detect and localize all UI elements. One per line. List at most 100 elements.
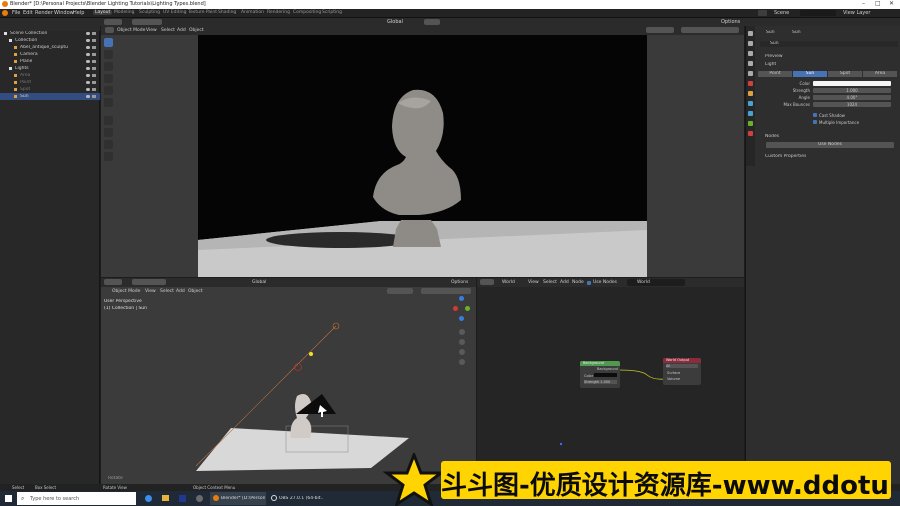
outliner-row[interactable]: Abel_antique_sculptu <box>0 44 100 51</box>
viewport-menu-select[interactable]: Select <box>161 28 175 33</box>
viewport-editor-type-button[interactable] <box>105 27 114 33</box>
perspective-toggle-icon[interactable] <box>459 359 465 365</box>
checkbox-1[interactable] <box>813 120 817 124</box>
section-custom-properties[interactable]: Custom Properties <box>765 154 806 159</box>
view-layer-tab-icon[interactable] <box>748 61 753 66</box>
transform-orientation-dropdown[interactable]: Global <box>387 19 403 25</box>
visibility-eye-icon[interactable] <box>86 67 90 70</box>
light-field-value[interactable] <box>813 81 891 86</box>
render-camera-icon[interactable] <box>92 39 96 42</box>
world-output-target[interactable]: All <box>666 364 698 368</box>
menu-help[interactable]: Help <box>73 10 84 16</box>
add-cube-icon[interactable] <box>104 140 113 149</box>
file-explorer-icon[interactable] <box>162 495 169 501</box>
light-name-field[interactable]: Sun <box>760 41 898 47</box>
render-camera-icon[interactable] <box>92 81 96 84</box>
photoshop-icon[interactable] <box>179 495 186 502</box>
visibility-eye-icon[interactable] <box>86 46 90 49</box>
options-dropdown[interactable]: Options <box>721 19 740 25</box>
render-camera-icon[interactable] <box>92 88 96 91</box>
render-tab-icon[interactable] <box>748 41 753 46</box>
edge-browser-icon[interactable] <box>145 495 152 502</box>
outliner-row[interactable]: Plane <box>0 58 100 65</box>
outliner-row[interactable]: Scene Collection <box>0 30 100 37</box>
viewport-menu-object[interactable]: Object <box>189 28 204 33</box>
light-type-area[interactable]: Area <box>863 71 897 77</box>
light-field-value[interactable]: 1.000 <box>813 88 891 93</box>
outliner-row[interactable]: Point <box>0 79 100 86</box>
workspace-tab-sculpting[interactable]: Sculpting <box>137 10 162 15</box>
view-layer-field[interactable]: View Layer <box>843 10 870 16</box>
maximize-icon[interactable]: □ <box>875 0 881 7</box>
light-data-tab-icon[interactable] <box>748 121 753 126</box>
windows-start-icon[interactable] <box>5 495 12 502</box>
outliner-row[interactable]: Spot <box>0 86 100 93</box>
light-field-value[interactable]: 4.00° <box>813 95 891 100</box>
transform-icon[interactable] <box>104 98 113 107</box>
viewport-menu-add[interactable]: Add <box>177 28 186 33</box>
properties-use-nodes-button[interactable]: Use Nodes <box>766 142 894 148</box>
object-mode-dropdown[interactable] <box>165 19 205 25</box>
annotate-icon[interactable] <box>104 116 113 125</box>
workspace-tab-texture-paint[interactable]: Texture Paint <box>186 10 219 15</box>
background-strength-field[interactable]: Strength 1.000 <box>584 380 617 384</box>
workspace-tab-compositing[interactable]: Compositing <box>291 10 323 15</box>
viewport-menu-view[interactable]: View <box>146 28 157 33</box>
background-node[interactable]: Background Background Color Strength 1.0… <box>580 361 620 388</box>
nav-axis-neg-z-icon[interactable] <box>459 316 464 321</box>
section-nodes[interactable]: Nodes <box>765 134 779 139</box>
visibility-eye-icon[interactable] <box>86 60 90 63</box>
rotate-icon[interactable] <box>104 74 113 83</box>
world-tab-icon[interactable] <box>748 81 753 86</box>
workspace-tab-layout[interactable]: Layout <box>93 10 113 15</box>
background-color-swatch[interactable] <box>594 373 617 377</box>
workspace-tab-modeling[interactable]: Modeling <box>112 10 136 15</box>
outliner-row[interactable]: Sun <box>0 93 100 100</box>
workspace-tab-rendering[interactable]: Rendering <box>265 10 292 15</box>
outliner-row[interactable]: Area <box>0 72 100 79</box>
overlay-buttons[interactable] <box>646 27 674 33</box>
shader-tab-icon[interactable] <box>748 131 753 136</box>
outliner-row[interactable]: Lights <box>0 65 100 72</box>
visibility-eye-icon[interactable] <box>86 32 90 35</box>
constraints-tab-icon[interactable] <box>748 111 753 116</box>
menu-edit[interactable]: Edit <box>23 10 33 16</box>
camera-view-icon[interactable] <box>459 349 465 355</box>
cursor-icon[interactable] <box>104 50 113 59</box>
close-icon[interactable]: ✕ <box>889 0 894 7</box>
nav-axis-z-icon[interactable] <box>459 296 464 301</box>
visibility-eye-icon[interactable] <box>86 74 90 77</box>
visibility-eye-icon[interactable] <box>86 39 90 42</box>
scene-search-field[interactable] <box>800 10 836 16</box>
section-preview[interactable]: Preview <box>765 54 783 59</box>
menu-file[interactable]: File <box>12 10 20 16</box>
checkbox-0[interactable] <box>813 113 817 117</box>
snap-toggle[interactable] <box>424 19 440 25</box>
minimize-icon[interactable]: – <box>862 0 865 7</box>
taskbar-obs-app[interactable]: OBS 27.0.1 (64-bit... <box>268 492 324 505</box>
visibility-eye-icon[interactable] <box>86 53 90 56</box>
render-camera-icon[interactable] <box>92 67 96 70</box>
physics-tab-icon[interactable] <box>748 101 753 106</box>
camera-viewport[interactable]: Object Mode View Select Add Object <box>101 26 744 277</box>
object-tab-icon[interactable] <box>748 91 753 96</box>
select-mode-buttons[interactable] <box>132 19 162 25</box>
render-camera-icon[interactable] <box>92 46 96 49</box>
render-camera-icon[interactable] <box>92 32 96 35</box>
light-type-point[interactable]: Point <box>758 71 792 77</box>
output-tab-icon[interactable] <box>748 51 753 56</box>
render-camera-icon[interactable] <box>92 53 96 56</box>
nav-axis-y-icon[interactable] <box>465 306 470 311</box>
steam-icon[interactable] <box>196 495 203 502</box>
scale-icon[interactable] <box>104 86 113 95</box>
last-operator-panel[interactable]: Rotate <box>108 476 123 481</box>
workspace-tab-scripting[interactable]: Scripting <box>320 10 344 15</box>
outliner-row[interactable]: Collection <box>0 37 100 44</box>
blender-menu-icon[interactable] <box>2 10 8 16</box>
render-camera-icon[interactable] <box>92 60 96 63</box>
menu-window[interactable]: Window <box>54 10 74 16</box>
visibility-eye-icon[interactable] <box>86 81 90 84</box>
nav-axis-x-icon[interactable] <box>453 306 458 311</box>
shading-mode-buttons[interactable] <box>681 27 739 33</box>
scene-field[interactable]: Scene <box>774 10 789 16</box>
